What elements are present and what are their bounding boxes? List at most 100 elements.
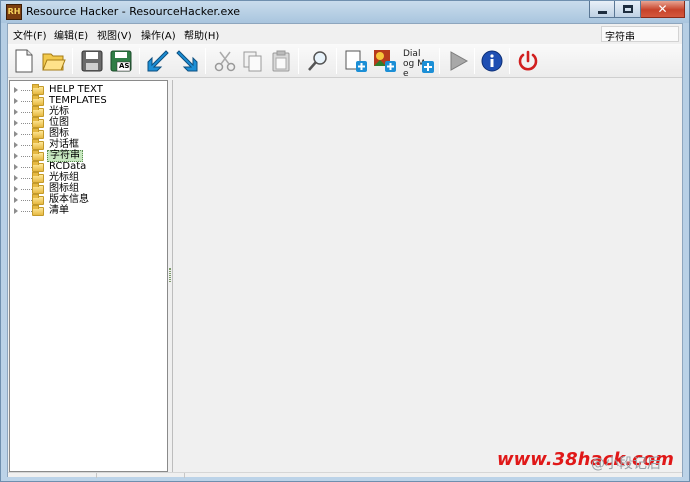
splitter-grip-icon[interactable]: [169, 268, 171, 282]
expand-icon[interactable]: [14, 186, 18, 192]
folder-icon: [32, 117, 44, 128]
client-area: 文件(F) 编辑(E) 视图(V) 操作(A) 帮助(H) 字符串 AS Dia…: [7, 23, 683, 478]
expand-icon[interactable]: [14, 120, 18, 126]
tree-connector: [21, 167, 32, 168]
minimize-button[interactable]: [589, 1, 615, 18]
save-as-label: AS: [119, 62, 130, 70]
info-button[interactable]: [478, 47, 506, 75]
folder-icon: [32, 150, 44, 161]
resource-tree[interactable]: HELP TEXT TEMPLATES 光标 位图 图标 对话框 字符串 RCD…: [9, 80, 168, 472]
expand-icon[interactable]: [14, 197, 18, 203]
new-button[interactable]: [10, 47, 38, 75]
menu-action[interactable]: 操作(A): [141, 27, 176, 42]
folder-icon: [32, 172, 44, 183]
cut-button[interactable]: [211, 47, 239, 75]
paste-button[interactable]: [267, 47, 295, 75]
expand-icon[interactable]: [14, 208, 18, 214]
tree-connector: [21, 200, 32, 201]
status-divider: [184, 473, 185, 478]
toolbar-separator: [509, 48, 510, 74]
tree-item-label: 清单: [49, 205, 69, 216]
open-folder-icon: [42, 53, 66, 71]
find-button[interactable]: [304, 47, 332, 75]
window-controls: ✕: [589, 1, 685, 19]
menu-view[interactable]: 视图(V): [97, 27, 132, 42]
expand-icon[interactable]: [14, 153, 18, 159]
watermark-tag: @小段记后: [591, 456, 661, 472]
run-button[interactable]: [444, 47, 472, 75]
toolbar-separator: [139, 48, 140, 74]
power-icon: [518, 50, 538, 71]
add-resource-button[interactable]: [342, 47, 370, 75]
expand-icon[interactable]: [14, 109, 18, 115]
close-icon: ✕: [657, 2, 668, 16]
expand-icon[interactable]: [14, 98, 18, 104]
folder-icon: [32, 194, 44, 205]
tree-connector: [21, 134, 32, 135]
tree-connector: [21, 112, 32, 113]
folder-icon: [32, 95, 44, 106]
play-icon: [450, 51, 469, 71]
new-file-icon: [15, 49, 33, 73]
folder-icon: [32, 128, 44, 139]
window-title: Resource Hacker - ResourceHacker.exe: [26, 5, 241, 18]
add-image-icon: [374, 50, 396, 72]
maximize-icon: [622, 5, 633, 13]
folder-icon: [32, 139, 44, 150]
tree-connector: [21, 90, 32, 91]
menu-bar: 文件(F) 编辑(E) 视图(V) 操作(A) 帮助(H) 字符串: [8, 24, 682, 44]
compile-button[interactable]: [144, 47, 172, 75]
tree-connector: [21, 178, 32, 179]
exit-button[interactable]: [514, 47, 542, 75]
edit-button[interactable]: [173, 47, 201, 75]
add-image-button[interactable]: [371, 47, 399, 75]
cut-icon: [214, 51, 236, 72]
resource-view-pane[interactable]: [172, 80, 682, 472]
add-resource-icon: [345, 50, 367, 72]
expand-icon[interactable]: [14, 142, 18, 148]
menu-file[interactable]: 文件(F): [13, 27, 47, 42]
expand-icon[interactable]: [14, 164, 18, 170]
dialog-merge-icon: [422, 61, 434, 73]
folder-icon: [32, 84, 44, 95]
app-icon: RH: [6, 4, 22, 20]
folder-icon: [32, 161, 44, 172]
expand-icon[interactable]: [14, 131, 18, 137]
toolbar-separator: [298, 48, 299, 74]
tree-connector: [21, 101, 32, 102]
status-divider: [96, 473, 97, 478]
compile-arrow-icon: [147, 50, 169, 72]
toolbar-separator: [439, 48, 440, 74]
tree-connector: [21, 211, 32, 212]
save-button[interactable]: [78, 47, 106, 75]
current-resource-indicator: 字符串: [601, 26, 679, 43]
tree-item-manifest[interactable]: 清单: [10, 205, 160, 217]
tree-connector: [21, 156, 32, 157]
status-bar: [8, 472, 682, 478]
open-button[interactable]: [40, 47, 68, 75]
title-bar[interactable]: RH Resource Hacker - ResourceHacker.exe …: [1, 1, 689, 23]
expand-icon[interactable]: [14, 87, 18, 93]
close-button[interactable]: ✕: [641, 1, 685, 18]
dialog-merge-button[interactable]: Dialog Me: [402, 47, 436, 79]
edit-arrow-icon: [176, 50, 198, 72]
toolbar-separator: [72, 48, 73, 74]
tree-connector: [21, 189, 32, 190]
save-icon: [81, 50, 103, 72]
toolbar-separator: [474, 48, 475, 74]
folder-icon: [32, 106, 44, 117]
expand-icon[interactable]: [14, 175, 18, 181]
maximize-button[interactable]: [615, 1, 641, 18]
copy-icon: [243, 51, 262, 72]
app-window: RH Resource Hacker - ResourceHacker.exe …: [0, 0, 690, 482]
info-icon: [481, 50, 503, 72]
tree-connector: [21, 123, 32, 124]
minimize-icon: [597, 10, 607, 14]
menu-edit[interactable]: 编辑(E): [54, 27, 88, 42]
save-as-button[interactable]: AS: [107, 47, 135, 75]
menu-help[interactable]: 帮助(H): [184, 27, 219, 42]
copy-button[interactable]: [239, 47, 267, 75]
tree-connector: [21, 145, 32, 146]
toolbar-separator: [205, 48, 206, 74]
toolbar: AS Dialog Me: [8, 44, 682, 79]
